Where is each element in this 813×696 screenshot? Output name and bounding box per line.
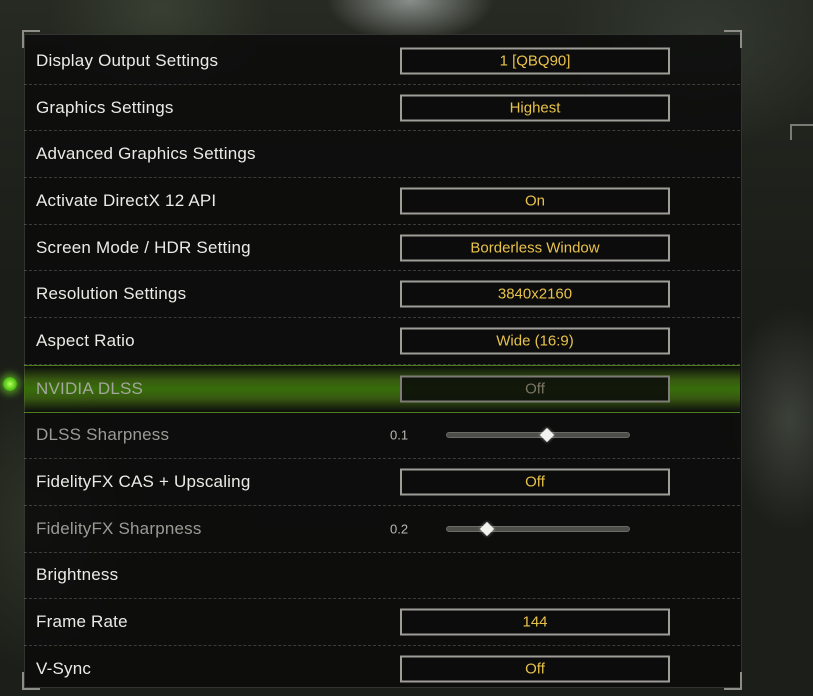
slider-value: 0.2 [390,521,409,537]
setting-row-display-output[interactable]: Display Output Settings 1 [QBQ90] [24,38,740,85]
setting-label: Screen Mode / HDR Setting [36,237,251,257]
setting-value-select[interactable]: Borderless Window [400,234,670,262]
setting-label: Resolution Settings [36,284,187,304]
setting-label: Display Output Settings [36,50,219,70]
setting-row-directx12[interactable]: Activate DirectX 12 API On [24,178,740,225]
setting-label: DLSS Sharpness [36,425,170,445]
setting-label: Frame Rate [36,612,128,632]
setting-row-aspect-ratio[interactable]: Aspect Ratio Wide (16:9) [24,318,740,365]
setting-value-select[interactable]: Wide (16:9) [400,327,670,355]
slider-value: 0.1 [390,427,409,443]
selection-indicator-icon [3,377,17,391]
setting-label: Advanced Graphics Settings [36,144,256,164]
setting-row-graphics[interactable]: Graphics Settings Highest [24,85,740,132]
setting-value-select[interactable]: Off [400,468,670,496]
setting-label: V-Sync [36,658,92,678]
slider-track[interactable] [446,428,630,443]
frame-ornament [790,124,813,140]
setting-row-brightness[interactable]: Brightness [24,553,740,600]
settings-list: Display Output Settings 1 [QBQ90] Graphi… [24,38,740,692]
setting-label: Brightness [36,565,119,585]
setting-value-select[interactable]: Off [400,375,670,403]
setting-value-select[interactable]: 1 [QBQ90] [400,47,670,75]
setting-row-screen-mode[interactable]: Screen Mode / HDR Setting Borderless Win… [24,225,740,272]
setting-value-select[interactable]: On [400,187,670,215]
setting-label: FidelityFX Sharpness [36,518,202,538]
setting-row-vsync[interactable]: V-Sync Off [24,646,740,692]
slider-handle[interactable] [540,428,555,443]
setting-label: Aspect Ratio [36,330,135,350]
setting-row-advanced-graphics[interactable]: Advanced Graphics Settings [24,131,740,179]
setting-label: Activate DirectX 12 API [36,190,217,210]
setting-value-select[interactable]: 3840x2160 [400,280,670,308]
setting-value-select[interactable]: Highest [400,94,670,122]
slider-track[interactable] [446,521,630,536]
setting-label: NVIDIA DLSS [36,378,144,398]
setting-value-select[interactable]: Off [400,655,670,683]
setting-value-select[interactable]: 144 [400,608,670,636]
setting-row-fidelityfx-sharpness[interactable]: FidelityFX Sharpness 0.2 [24,506,740,553]
setting-row-resolution[interactable]: Resolution Settings 3840x2160 [24,271,740,319]
setting-row-dlss-sharpness[interactable]: DLSS Sharpness 0.1 [24,413,740,460]
setting-label: FidelityFX CAS + Upscaling [36,472,251,492]
setting-row-frame-rate[interactable]: Frame Rate 144 [24,599,740,646]
slider-handle[interactable] [479,521,495,536]
setting-row-nvidia-dlss[interactable]: NVIDIA DLSS Off [24,364,740,413]
setting-label: Graphics Settings [36,97,174,117]
setting-row-fidelityfx-cas[interactable]: FidelityFX CAS + Upscaling Off [24,459,740,506]
